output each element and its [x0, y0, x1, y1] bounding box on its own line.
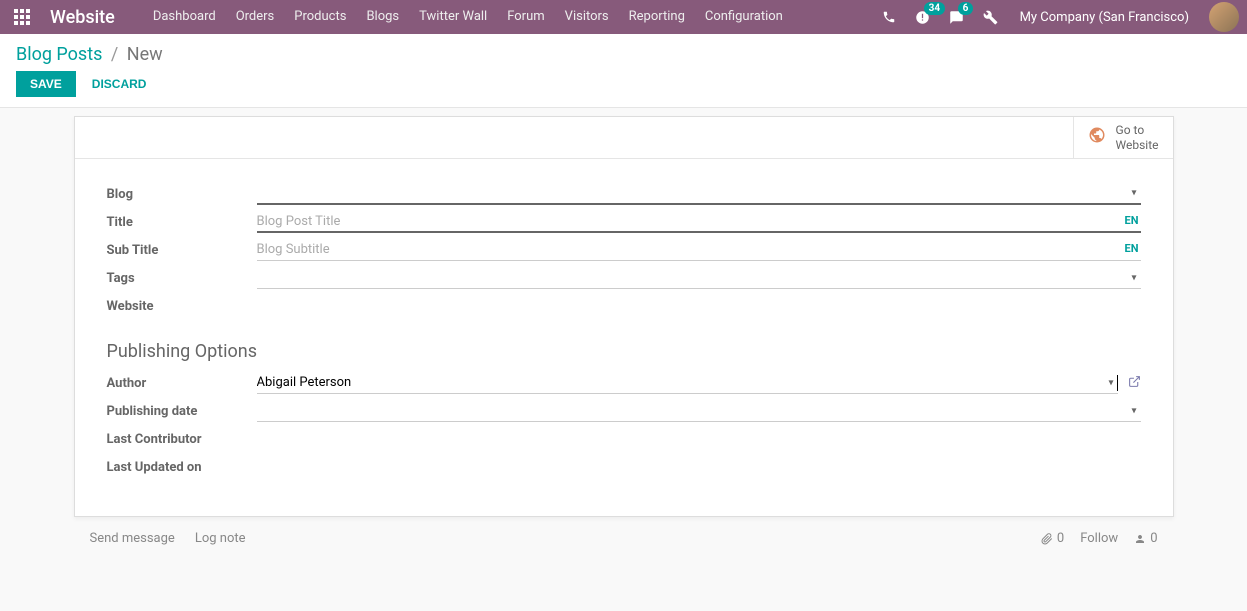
blog-input[interactable] [257, 184, 1141, 203]
company-switcher[interactable]: My Company (San Francisco) [1010, 10, 1199, 25]
nav-twitter-wall[interactable]: Twitter Wall [409, 0, 497, 34]
author-field[interactable]: ▾ [257, 372, 1118, 394]
pubdate-field[interactable]: ▾ [257, 400, 1141, 422]
author-input[interactable] [257, 373, 1118, 392]
followers-counter[interactable]: 0 [1134, 531, 1157, 546]
tools-icon[interactable] [976, 0, 1006, 34]
chatter: Send message Log note 0 Follow 0 [74, 517, 1174, 546]
stat-button-line2: Website [1116, 138, 1159, 152]
subtitle-lang-badge[interactable]: EN [1125, 242, 1139, 255]
user-avatar[interactable] [1209, 2, 1239, 32]
external-link-icon[interactable] [1128, 375, 1141, 392]
title-field[interactable]: EN [257, 211, 1141, 233]
label-subtitle: Sub Title [107, 243, 257, 258]
follow-button[interactable]: Follow [1080, 531, 1118, 546]
app-brand[interactable]: Website [50, 7, 115, 28]
nav-forum[interactable]: Forum [497, 0, 554, 34]
log-note-button[interactable]: Log note [195, 531, 246, 546]
save-button[interactable]: SAVE [16, 71, 76, 97]
followers-count: 0 [1150, 531, 1157, 546]
subtitle-field[interactable]: EN [257, 239, 1141, 261]
breadcrumb-root[interactable]: Blog Posts [16, 44, 102, 65]
breadcrumb: Blog Posts / New [16, 44, 1231, 65]
apps-menu-icon[interactable] [8, 3, 36, 31]
control-panel: Blog Posts / New SAVE DISCARD [0, 34, 1247, 108]
nav-configuration[interactable]: Configuration [695, 0, 793, 34]
label-lastcontrib: Last Contributor [107, 432, 257, 447]
website-field [257, 295, 1141, 317]
main-navbar: Website Dashboard Orders Products Blogs … [0, 0, 1247, 34]
breadcrumb-separator: / [111, 44, 118, 65]
user-icon [1134, 533, 1146, 545]
paperclip-icon [1041, 533, 1053, 545]
messages-badge: 6 [958, 2, 974, 15]
section-publishing-title: Publishing Options [107, 341, 1141, 362]
pubdate-input[interactable] [257, 401, 1141, 420]
breadcrumb-current: New [127, 44, 163, 65]
nav-products[interactable]: Products [284, 0, 356, 34]
label-tags: Tags [107, 271, 257, 286]
blog-field[interactable]: ▾ [257, 183, 1141, 205]
messages-icon[interactable]: 6 [942, 0, 972, 34]
title-lang-badge[interactable]: EN [1125, 214, 1139, 227]
label-blog: Blog [107, 187, 257, 202]
label-author: Author [107, 376, 257, 391]
tags-field[interactable]: ▾ [257, 267, 1141, 289]
nav-menu: Dashboard Orders Products Blogs Twitter … [143, 0, 874, 34]
subtitle-input[interactable] [257, 240, 1141, 259]
nav-reporting[interactable]: Reporting [619, 0, 695, 34]
nav-systray: 34 6 My Company (San Francisco) [874, 0, 1239, 34]
discard-button[interactable]: DISCARD [92, 77, 147, 91]
attachments-count: 0 [1057, 531, 1064, 546]
nav-dashboard[interactable]: Dashboard [143, 0, 226, 34]
lastcontrib-field [257, 428, 1141, 450]
label-lastupdated: Last Updated on [107, 460, 257, 475]
go-to-website-button[interactable]: Go to Website [1073, 117, 1173, 158]
label-pubdate: Publishing date [107, 404, 257, 419]
send-message-button[interactable]: Send message [90, 531, 175, 546]
statusbar: Go to Website [75, 117, 1173, 159]
form-view: Go to Website Blog ▾ Title [0, 116, 1247, 586]
globe-icon [1088, 126, 1106, 150]
attachments-counter[interactable]: 0 [1041, 531, 1064, 546]
phone-icon[interactable] [874, 0, 904, 34]
label-title: Title [107, 215, 257, 230]
title-input[interactable] [257, 212, 1141, 231]
form-sheet: Go to Website Blog ▾ Title [74, 116, 1174, 517]
nav-visitors[interactable]: Visitors [555, 0, 619, 34]
activities-icon[interactable]: 34 [908, 0, 938, 34]
nav-orders[interactable]: Orders [226, 0, 285, 34]
nav-blogs[interactable]: Blogs [356, 0, 409, 34]
lastupdated-field [257, 456, 1141, 478]
label-website: Website [107, 299, 257, 314]
stat-button-line1: Go to [1116, 123, 1159, 137]
tags-input[interactable] [257, 268, 1141, 287]
